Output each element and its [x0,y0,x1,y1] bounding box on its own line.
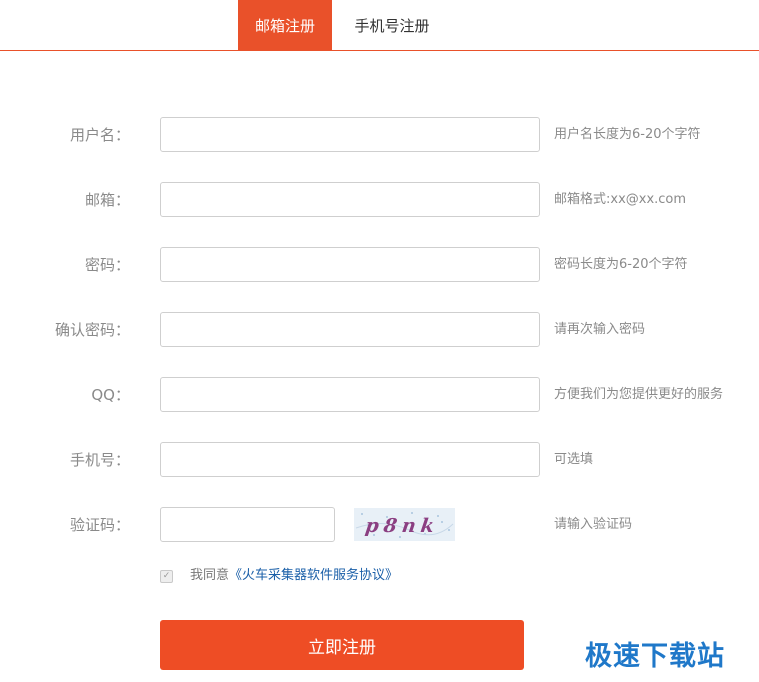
phone-label: 手机号： [69,451,130,469]
agreement-prefix: 我同意 [190,568,230,583]
password-hint: 密码长度为6-20个字符 [554,257,688,272]
email-row: 邮箱： 邮箱格式:xx@xx.com [0,182,759,218]
phone-input[interactable] [160,442,540,477]
qq-input[interactable] [160,377,540,412]
tab-phone-register[interactable]: 手机号注册 [340,0,444,50]
username-hint: 用户名长度为6-20个字符 [554,127,701,142]
email-label: 邮箱： [84,191,130,209]
password-row: 密码： 密码长度为6-20个字符 [0,247,759,283]
agreement-link[interactable]: 《火车采集器软件服务协议》 [229,568,398,583]
username-label: 用户名： [69,126,130,144]
confirm-password-label: 确认密码： [54,321,130,339]
phone-hint: 可选填 [554,452,594,467]
username-input[interactable] [160,117,540,152]
password-label: 密码： [84,256,130,274]
captcha-noise: p8nk [355,512,454,538]
username-row: 用户名： 用户名长度为6-20个字符 [0,117,759,153]
confirm-password-input[interactable] [160,312,540,347]
watermark-logo: 极速下载站 [585,641,725,672]
email-hint: 邮箱格式:xx@xx.com [554,192,687,207]
register-tabs: 邮箱注册 手机号注册 [0,0,759,51]
confirm-password-row: 确认密码： 请再次输入密码 [0,312,759,348]
captcha-input[interactable] [160,507,335,542]
qq-label: QQ： [91,386,130,404]
agreement-text: 我同意《火车采集器软件服务协议》 [190,566,398,586]
captcha-row: 验证码： p8nk 请输入验证码 [0,507,759,543]
email-input[interactable] [160,182,540,217]
password-input[interactable] [160,247,540,282]
qq-row: QQ： 方便我们为您提供更好的服务 [0,377,759,413]
confirm-password-hint: 请再次输入密码 [554,322,646,337]
register-submit-button[interactable]: 立即注册 [160,620,524,670]
phone-row: 手机号： 可选填 [0,442,759,478]
agreement-checkbox[interactable]: ✓ [160,570,173,583]
captcha-hint: 请输入验证码 [554,517,633,532]
captcha-label: 验证码： [69,516,130,534]
qq-hint: 方便我们为您提供更好的服务 [554,387,724,402]
captcha-text: p8nk [364,514,441,537]
captcha-image[interactable]: p8nk [354,508,455,541]
tab-email-register[interactable]: 邮箱注册 [238,0,332,50]
